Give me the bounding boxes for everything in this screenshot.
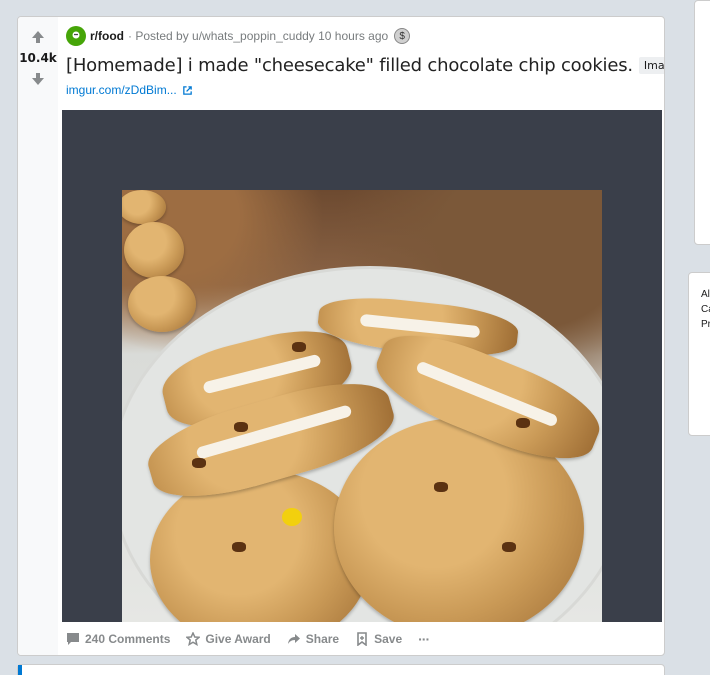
comments-label: 240 Comments xyxy=(85,632,171,646)
subreddit-icon[interactable] xyxy=(66,26,86,46)
external-link-icon[interactable] xyxy=(182,85,193,96)
award-icon xyxy=(186,632,201,646)
post-title[interactable]: [Homemade] i made "cheesecake" filled ch… xyxy=(66,55,633,76)
vote-column: 10.4k xyxy=(18,17,58,655)
post-link-row[interactable]: imgur.com/zDdBim... xyxy=(66,83,193,97)
sidebar-text-2: Ca xyxy=(701,304,710,315)
arrow-down-icon[interactable] xyxy=(28,69,48,89)
save-label: Save xyxy=(374,632,403,646)
arrow-up-icon[interactable] xyxy=(28,27,48,47)
post-flair[interactable]: Image xyxy=(638,57,664,74)
comments-button[interactable]: 240 Comments xyxy=(66,632,170,646)
save-button[interactable]: Save xyxy=(355,632,402,646)
award-badge-icon[interactable]: $ xyxy=(394,28,411,44)
share-icon xyxy=(287,634,300,644)
sidebar-card-top xyxy=(694,0,710,245)
post-card[interactable]: 10.4k r/food · Posted by u/whats_poppin_… xyxy=(17,16,665,656)
posted-by-text: · Posted by u/whats_poppin_cuddy 10 hour… xyxy=(128,29,389,43)
post-actions-bar: 240 Comments Give Award Share Save ··· xyxy=(66,631,445,647)
sidebar-text-3: Pr xyxy=(701,319,710,330)
comment-icon xyxy=(67,633,79,645)
sidebar-card-info: Al Ca Pr xyxy=(688,272,710,436)
sidebar-text-1: Al xyxy=(701,289,710,300)
give-award-button[interactable]: Give Award xyxy=(186,632,271,646)
post-title-row: [Homemade] i made "cheesecake" filled ch… xyxy=(66,55,664,76)
more-options-button[interactable]: ··· xyxy=(418,631,430,647)
post-content: r/food · Posted by u/whats_poppin_cuddy … xyxy=(58,17,664,655)
post-meta: r/food · Posted by u/whats_poppin_cuddy … xyxy=(66,26,411,46)
post-link[interactable]: imgur.com/zDdBim... xyxy=(66,83,177,97)
post-media[interactable] xyxy=(62,110,662,622)
share-label: Share xyxy=(305,632,340,646)
give-award-label: Give Award xyxy=(205,632,271,646)
subreddit-link[interactable]: r/food xyxy=(90,29,124,43)
next-post-accent xyxy=(18,665,22,675)
bookmark-icon xyxy=(357,632,367,646)
more-options-icon: ··· xyxy=(418,631,430,647)
post-image[interactable] xyxy=(122,190,602,622)
next-post-card[interactable] xyxy=(17,664,665,675)
vote-score: 10.4k xyxy=(19,51,57,65)
share-button[interactable]: Share xyxy=(287,632,339,646)
